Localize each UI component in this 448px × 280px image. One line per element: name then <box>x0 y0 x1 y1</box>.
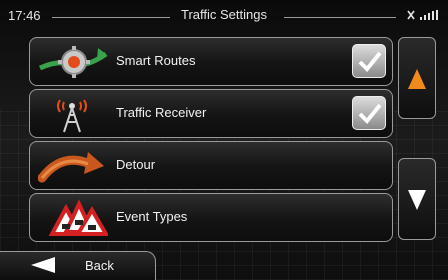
warning-signs-icon <box>38 198 110 238</box>
menu-item-traffic-receiver[interactable]: Traffic Receiver <box>29 89 393 138</box>
menu-item-label: Event Types <box>116 209 188 224</box>
arrow-down-icon <box>408 190 426 210</box>
arrow-up-icon <box>408 69 426 89</box>
scroll-down-button[interactable] <box>398 158 436 240</box>
traffic-receiver-checkbox[interactable] <box>352 96 386 130</box>
menu-item-event-types[interactable]: Event Types <box>29 193 393 242</box>
checkmark-icon <box>358 51 382 72</box>
smart-routes-checkbox[interactable] <box>352 44 386 78</box>
traffic-settings-screen: 17:46 Traffic Settings Smart Routes Traf… <box>0 0 448 280</box>
traffic-receiver-antenna-icon <box>38 94 108 134</box>
checkmark-icon <box>358 103 382 124</box>
menu-item-label: Traffic Receiver <box>116 105 207 120</box>
menu-item-detour[interactable]: Detour <box>29 141 393 190</box>
back-button[interactable]: Back <box>0 251 156 280</box>
arrow-left-icon <box>31 257 55 273</box>
gps-signal-icon <box>406 9 440 24</box>
menu-item-label: Smart Routes <box>116 53 196 68</box>
page-title: Traffic Settings <box>181 7 267 22</box>
title-divider-right <box>284 17 396 18</box>
back-button-label: Back <box>85 258 114 273</box>
status-bar: 17:46 Traffic Settings <box>0 0 448 30</box>
menu-item-label: Detour <box>116 157 156 172</box>
smart-routes-gear-icon <box>38 42 108 82</box>
detour-arrow-icon <box>37 146 108 186</box>
scroll-up-button[interactable] <box>398 37 436 119</box>
menu-item-smart-routes[interactable]: Smart Routes <box>29 37 393 86</box>
